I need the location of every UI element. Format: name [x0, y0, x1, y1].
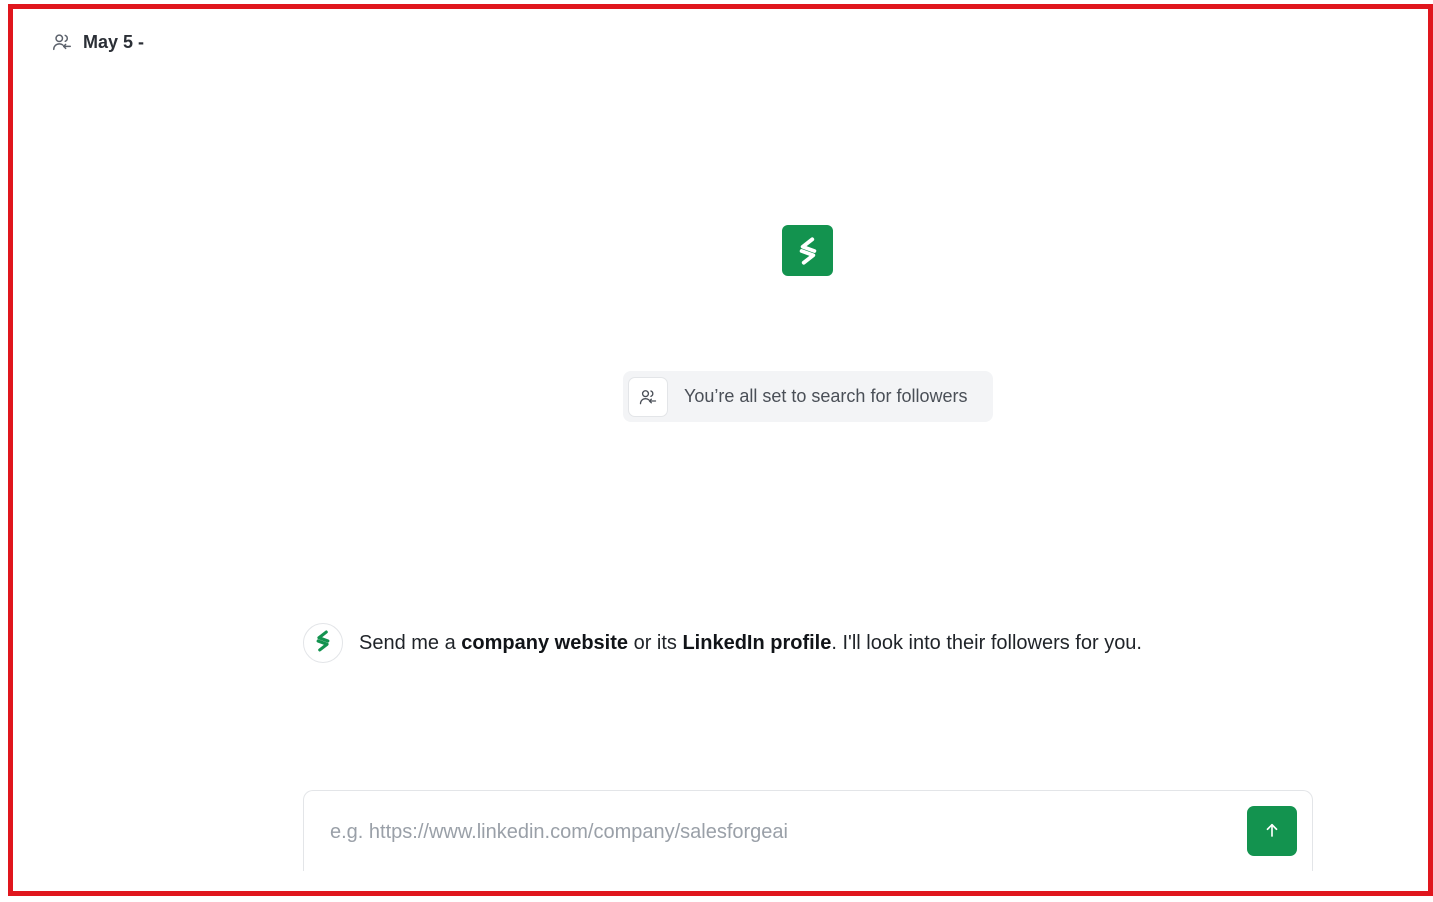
salesforge-logo-icon: [782, 225, 833, 276]
message-text-part: . I'll look into their followers for you…: [831, 631, 1142, 654]
user-follow-icon: [51, 31, 73, 53]
conversation-header: May 5 -: [51, 31, 144, 53]
message-bold-company-website: company website: [461, 631, 629, 654]
bot-message: Send me a company website or its LinkedI…: [303, 623, 1142, 663]
bot-avatar: [303, 623, 343, 663]
user-follow-icon: [628, 376, 668, 417]
url-input[interactable]: [328, 813, 1232, 851]
message-text-part: Send me a: [359, 631, 462, 654]
message-bold-linkedin-profile: LinkedIn profile: [682, 631, 832, 654]
bot-message-text: Send me a company website or its LinkedI…: [359, 632, 1142, 655]
status-text: You’re all set to search for followers: [684, 386, 968, 406]
message-text-part: or its: [628, 631, 683, 654]
salesforge-logo-icon: [310, 628, 336, 659]
send-button[interactable]: [1247, 806, 1297, 856]
conversation-title: May 5 -: [83, 31, 145, 52]
arrow-up-icon: [1263, 821, 1281, 842]
status-banner: You’re all set to search for followers: [623, 371, 993, 422]
app-frame: May 5 - You’re all set to search for fol…: [8, 4, 1433, 896]
message-composer: [303, 790, 1313, 871]
